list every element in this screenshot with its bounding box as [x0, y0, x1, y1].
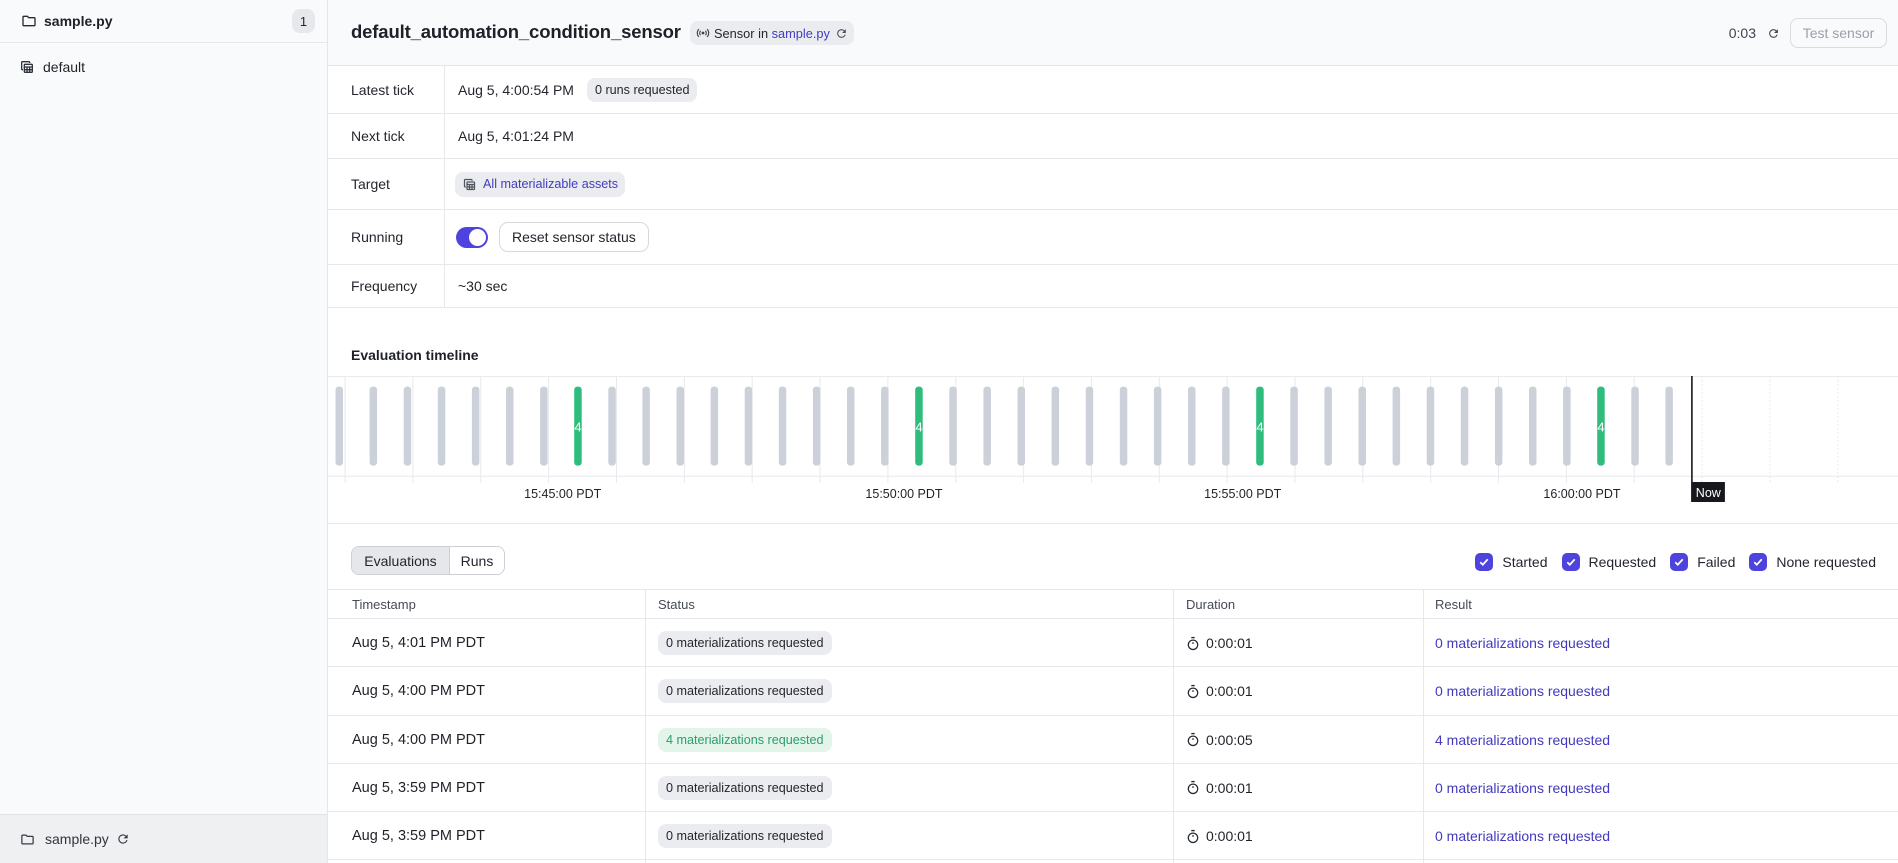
svg-text:15:50:00 PDT: 15:50:00 PDT: [865, 487, 942, 501]
svg-text:15:55:00 PDT: 15:55:00 PDT: [1204, 487, 1281, 501]
svg-text:Now: Now: [1696, 486, 1722, 500]
svg-text:4: 4: [1597, 420, 1604, 435]
svg-text:16:00:00 PDT: 16:00:00 PDT: [1543, 487, 1620, 501]
svg-text:15:45:00 PDT: 15:45:00 PDT: [524, 487, 601, 501]
svg-text:4: 4: [574, 420, 581, 435]
svg-text:4: 4: [1256, 420, 1263, 435]
svg-text:4: 4: [915, 420, 922, 435]
